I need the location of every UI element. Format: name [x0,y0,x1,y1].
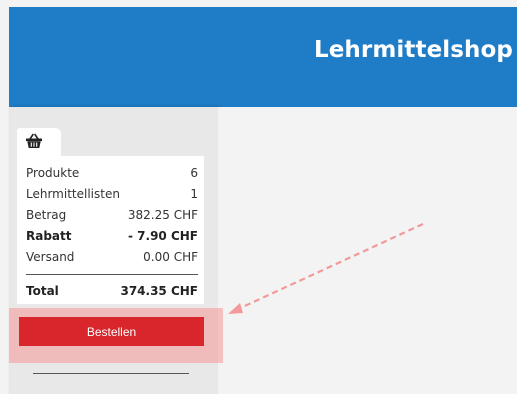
summary-label: Versand [26,250,75,264]
order-button[interactable]: Bestellen [19,317,204,346]
basket-icon [26,133,42,148]
summary-row-lists: Lehrmittellisten 1 [26,185,198,203]
summary-label: Produkte [26,166,80,180]
summary-row-discount: Rabatt - 7.90 CHF [26,227,198,245]
summary-value: 1 [190,187,198,201]
cart-summary: Produkte 6 Lehrmittellisten 1 Betrag 382… [17,156,204,304]
summary-value: - 7.90 CHF [128,229,198,243]
summary-row-amount: Betrag 382.25 CHF [26,206,198,224]
summary-value: 0.00 CHF [143,250,198,264]
summary-label: Betrag [26,208,67,222]
summary-row-shipping: Versand 0.00 CHF [26,248,198,266]
header-title: Lehrmittelshop [313,37,513,63]
summary-row-products: Produkte 6 [26,164,198,182]
summary-value: 382.25 CHF [127,208,198,222]
header-bar: Lehrmittelshop [9,7,517,107]
summary-label: Lehrmittellisten [26,187,120,201]
cart-tab[interactable] [17,128,61,158]
summary-value: 6 [190,166,198,180]
total-label: Total [26,284,59,298]
page: Lehrmittelshop Produkte 6 Lehrmittellist… [0,0,517,394]
summary-row-total: Total 374.35 CHF [26,282,198,300]
sidebar-divider [33,373,189,374]
summary-divider [26,274,198,275]
main-content [218,107,517,394]
summary-label: Rabatt [26,229,72,243]
total-value: 374.35 CHF [120,284,198,298]
